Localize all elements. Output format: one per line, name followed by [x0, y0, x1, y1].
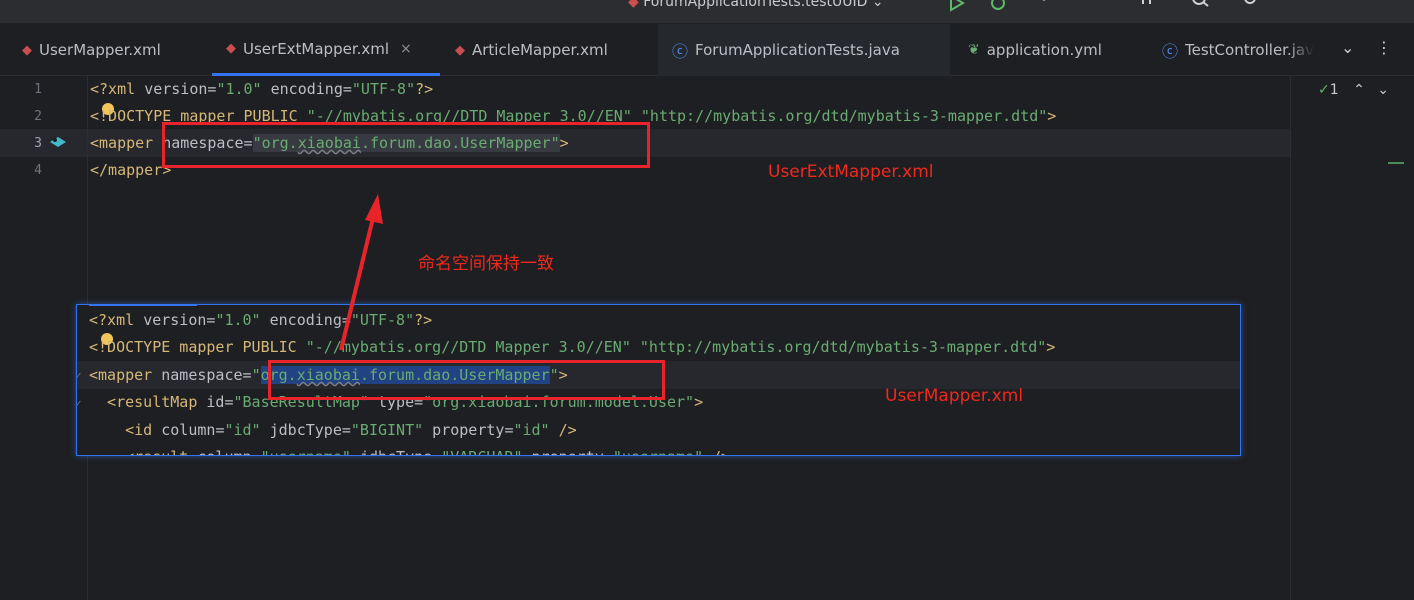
annotation-label-userextmapper: UserExtMapper.xml — [768, 162, 934, 182]
annotation-label-usermapper: UserMapper.xml — [885, 386, 1024, 406]
annotation-label-namespace: 命名空间保持一致 — [418, 254, 554, 274]
annotation-arrow — [339, 194, 383, 351]
